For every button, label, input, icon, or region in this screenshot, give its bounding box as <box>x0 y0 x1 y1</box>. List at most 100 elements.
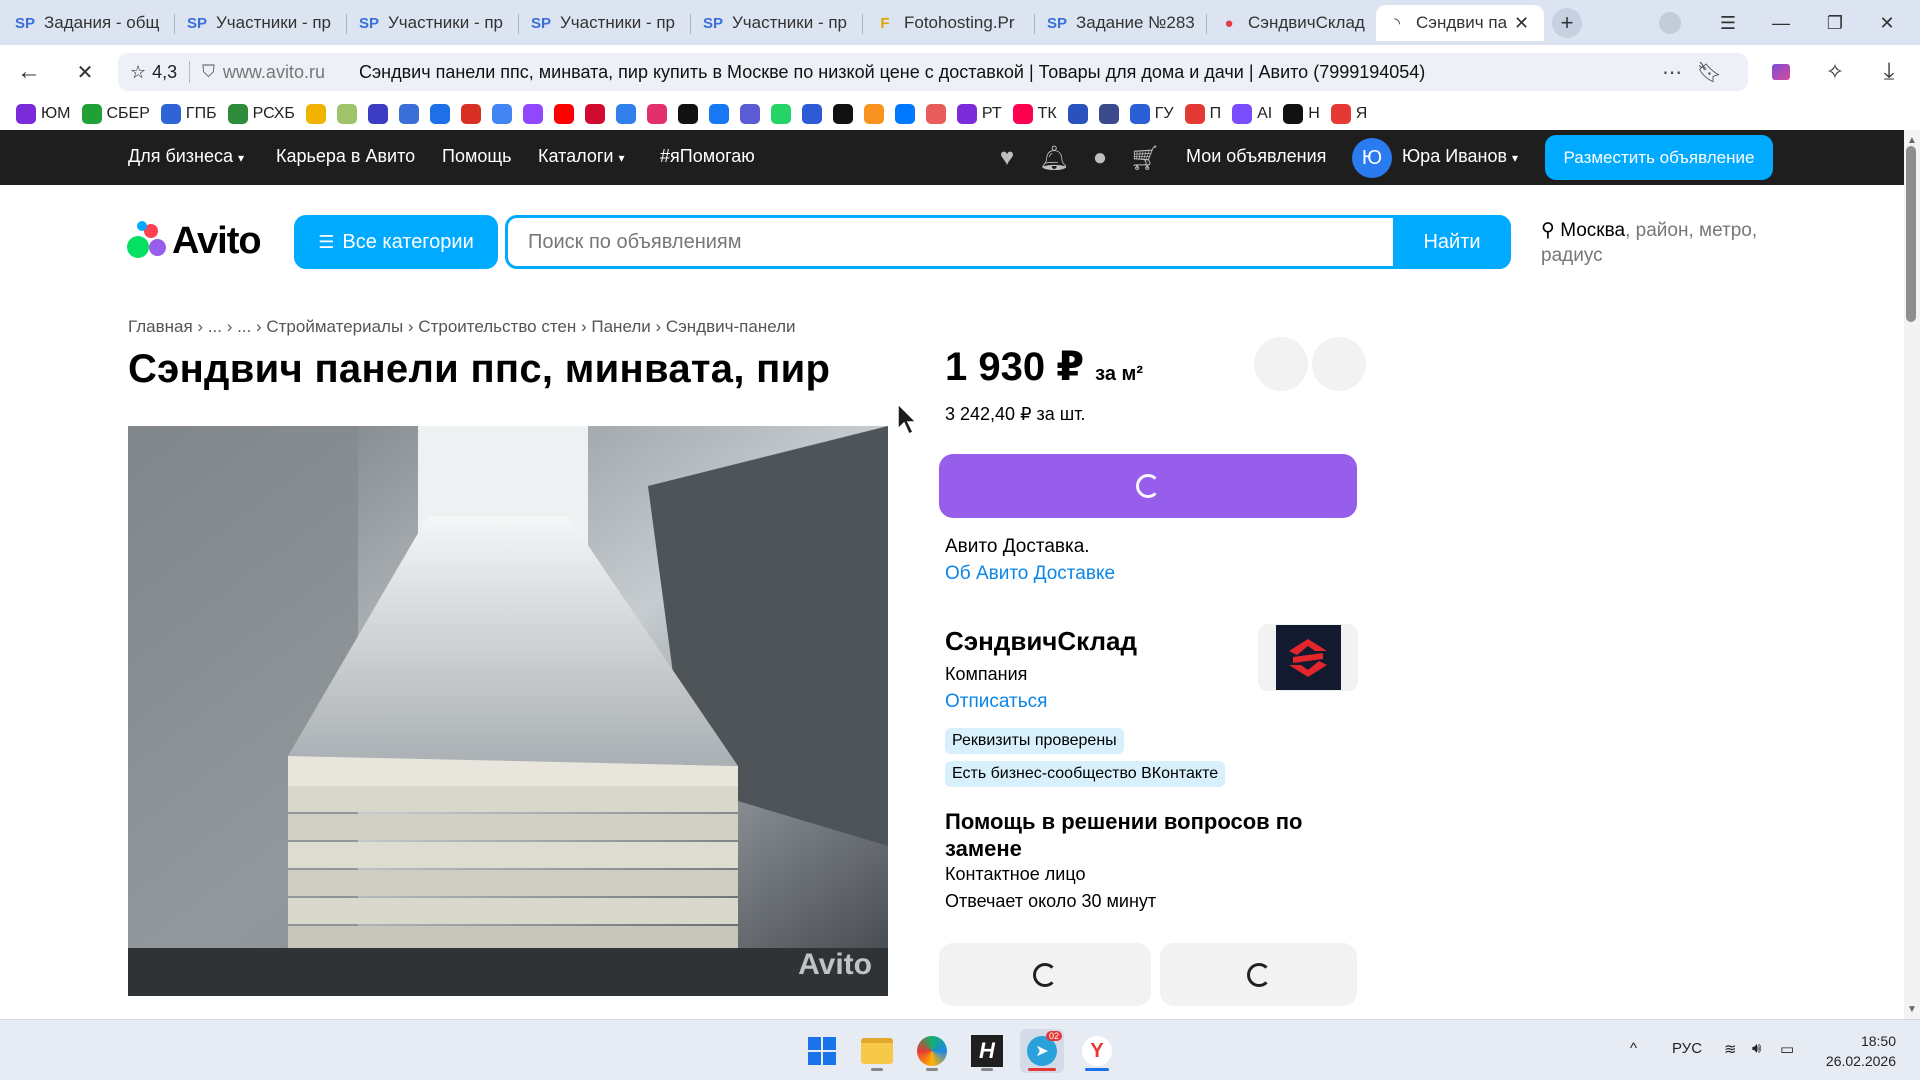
post-ad-button[interactable]: Разместить объявление <box>1545 135 1773 180</box>
back-button[interactable]: ← <box>14 57 44 87</box>
chevron-up-icon[interactable]: ^ <box>1630 1040 1637 1057</box>
tab-close-icon[interactable]: ✕ <box>1514 13 1529 34</box>
downloads-button[interactable]: ⤓ <box>1874 57 1904 87</box>
scroll-down-icon[interactable]: ▼ <box>1904 1001 1920 1017</box>
badge-vk-community[interactable]: Есть бизнес-сообщество ВКонтакте <box>945 761 1226 787</box>
bookmark-item[interactable] <box>429 104 450 124</box>
extensions-button[interactable]: ✧ <box>1820 57 1850 87</box>
close-window-button[interactable]: ✕ <box>1872 8 1902 38</box>
bookmark-item[interactable] <box>398 104 419 124</box>
avito-logo[interactable]: Avito <box>127 220 262 262</box>
all-categories-button[interactable]: ☰ Все категории <box>294 215 498 269</box>
bookmark-item[interactable]: РСХБ <box>227 104 295 124</box>
browser-tab[interactable]: ● СэндвичСклад <box>1208 5 1376 41</box>
more-icon[interactable]: ⋯ <box>1662 60 1682 85</box>
bookmark-item[interactable]: AI <box>1232 104 1272 124</box>
nav-business[interactable]: Для бизнеса ▾ <box>128 146 244 167</box>
bookmark-item[interactable] <box>739 104 760 124</box>
bookmark-item[interactable] <box>925 104 946 124</box>
bookmark-item[interactable]: ГПБ <box>160 104 217 124</box>
delivery-link[interactable]: Об Авито Доставке <box>945 560 1115 587</box>
show-phone-button[interactable] <box>939 943 1151 1006</box>
shield-icon[interactable]: ⛉ <box>202 62 215 82</box>
site-rating[interactable]: ☆ 4,3 <box>118 62 177 83</box>
bookmark-item[interactable] <box>460 104 481 124</box>
stop-button[interactable]: ✕ <box>70 57 100 87</box>
seller-logo[interactable] <box>1258 624 1358 691</box>
bookmark-item[interactable] <box>708 104 729 124</box>
volume-icon[interactable]: 🔊︎ <box>1752 1040 1761 1057</box>
battery-icon[interactable]: ▭ <box>1780 1040 1794 1058</box>
nav-catalogs[interactable]: Каталоги ▾ <box>538 146 625 167</box>
bookmark-item[interactable]: ЮМ <box>16 104 71 124</box>
product-photo[interactable]: Avito <box>128 426 888 996</box>
profile-button[interactable] <box>1655 8 1685 38</box>
bookmark-item[interactable] <box>553 104 574 124</box>
telegram-button[interactable]: ➤ 02 <box>1020 1029 1064 1073</box>
messages-chat-icon[interactable]: ● <box>1086 144 1114 172</box>
bookmark-item[interactable]: Я <box>1330 104 1367 124</box>
bookmark-item[interactable] <box>677 104 698 124</box>
minimize-button[interactable]: — <box>1766 8 1796 38</box>
app-h-button[interactable]: H <box>965 1029 1009 1073</box>
bookmark-item[interactable]: СБЕР <box>81 104 150 124</box>
bookmark-item[interactable]: ТК <box>1012 104 1057 124</box>
favorites-heart-icon[interactable]: ♥ <box>993 144 1021 172</box>
bookmark-item[interactable] <box>305 104 326 124</box>
notifications-bell-icon[interactable]: 🔔︎ <box>1039 144 1069 172</box>
cart-icon[interactable]: 🛒︎ <box>1130 144 1160 172</box>
browser-tab[interactable]: SP Участники - пр <box>520 5 688 41</box>
bookmark-item[interactable] <box>832 104 853 124</box>
favorite-button[interactable] <box>1254 337 1308 391</box>
buy-with-delivery-button[interactable] <box>939 454 1357 518</box>
browser-tab[interactable]: F Fotohosting.Pr <box>864 5 1032 41</box>
unsubscribe-link[interactable]: Отписаться <box>945 691 1047 713</box>
seller-name[interactable]: СэндвичСклад <box>945 626 1137 657</box>
bookmark-item[interactable] <box>770 104 791 124</box>
edge-browser-button[interactable] <box>910 1029 954 1073</box>
yandex-browser-button[interactable]: Y <box>1075 1029 1119 1073</box>
share-button[interactable] <box>1312 337 1366 391</box>
bookmark-item[interactable] <box>491 104 512 124</box>
omnibox[interactable]: ☆ 4,3 ⛉ www.avito.ru Сэндвич панели ппс,… <box>118 53 1748 91</box>
bookmark-icon[interactable]: 🔖︎ <box>1697 60 1722 85</box>
system-clock[interactable]: 18:50 26.02.2026 <box>1824 1031 1896 1071</box>
bookmark-item[interactable] <box>1098 104 1119 124</box>
gallery-button[interactable] <box>1766 57 1796 87</box>
browser-tab[interactable]: SP Участники - пр <box>176 5 344 41</box>
wifi-icon[interactable]: ≋ <box>1724 1040 1737 1058</box>
bookmark-item[interactable] <box>367 104 388 124</box>
bookmark-item[interactable] <box>801 104 822 124</box>
bookmark-item[interactable] <box>336 104 357 124</box>
bookmark-item[interactable] <box>863 104 884 124</box>
search-input[interactable] <box>508 218 1388 266</box>
bookmark-item[interactable]: Н <box>1283 104 1320 124</box>
start-button[interactable] <box>800 1029 844 1073</box>
bookmark-item[interactable]: П <box>1184 104 1221 124</box>
language-indicator[interactable]: РУС <box>1672 1040 1702 1057</box>
file-explorer-button[interactable] <box>855 1029 899 1073</box>
nav-career[interactable]: Карьера в Авито <box>276 146 415 167</box>
avatar[interactable]: Ю <box>1352 138 1392 178</box>
browser-tab-active[interactable]: ◝ Сэндвич пан ✕ <box>1376 5 1544 41</box>
nav-help[interactable]: Помощь <box>442 146 512 167</box>
breadcrumb[interactable]: Главная › ... › ... › Стройматериалы › С… <box>128 317 796 337</box>
search-button[interactable]: Найти <box>1393 215 1511 269</box>
browser-tab[interactable]: SP Задания - общ <box>4 5 172 41</box>
bookmark-item[interactable] <box>894 104 915 124</box>
nav-ya-help[interactable]: #яПомогаю <box>660 146 755 167</box>
restore-button[interactable]: ❐ <box>1820 8 1850 38</box>
bookmark-item[interactable] <box>615 104 636 124</box>
bookmark-item[interactable] <box>522 104 543 124</box>
bookmark-item[interactable] <box>1067 104 1088 124</box>
scrollbar-thumb[interactable] <box>1906 146 1916 322</box>
tab-menu-button[interactable]: ☰ <box>1713 8 1743 38</box>
browser-tab[interactable]: SP Участники - пр <box>348 5 516 41</box>
location-selector[interactable]: ⚲ Москва, район, метро, радиус <box>1541 218 1781 268</box>
browser-tab[interactable]: SP Задание №283 <box>1036 5 1204 41</box>
bookmark-item[interactable] <box>584 104 605 124</box>
bookmark-item[interactable] <box>646 104 667 124</box>
browser-tab[interactable]: SP Участники - пр <box>692 5 860 41</box>
write-message-button[interactable] <box>1160 943 1357 1006</box>
nav-my-ads[interactable]: Мои объявления <box>1186 146 1326 167</box>
